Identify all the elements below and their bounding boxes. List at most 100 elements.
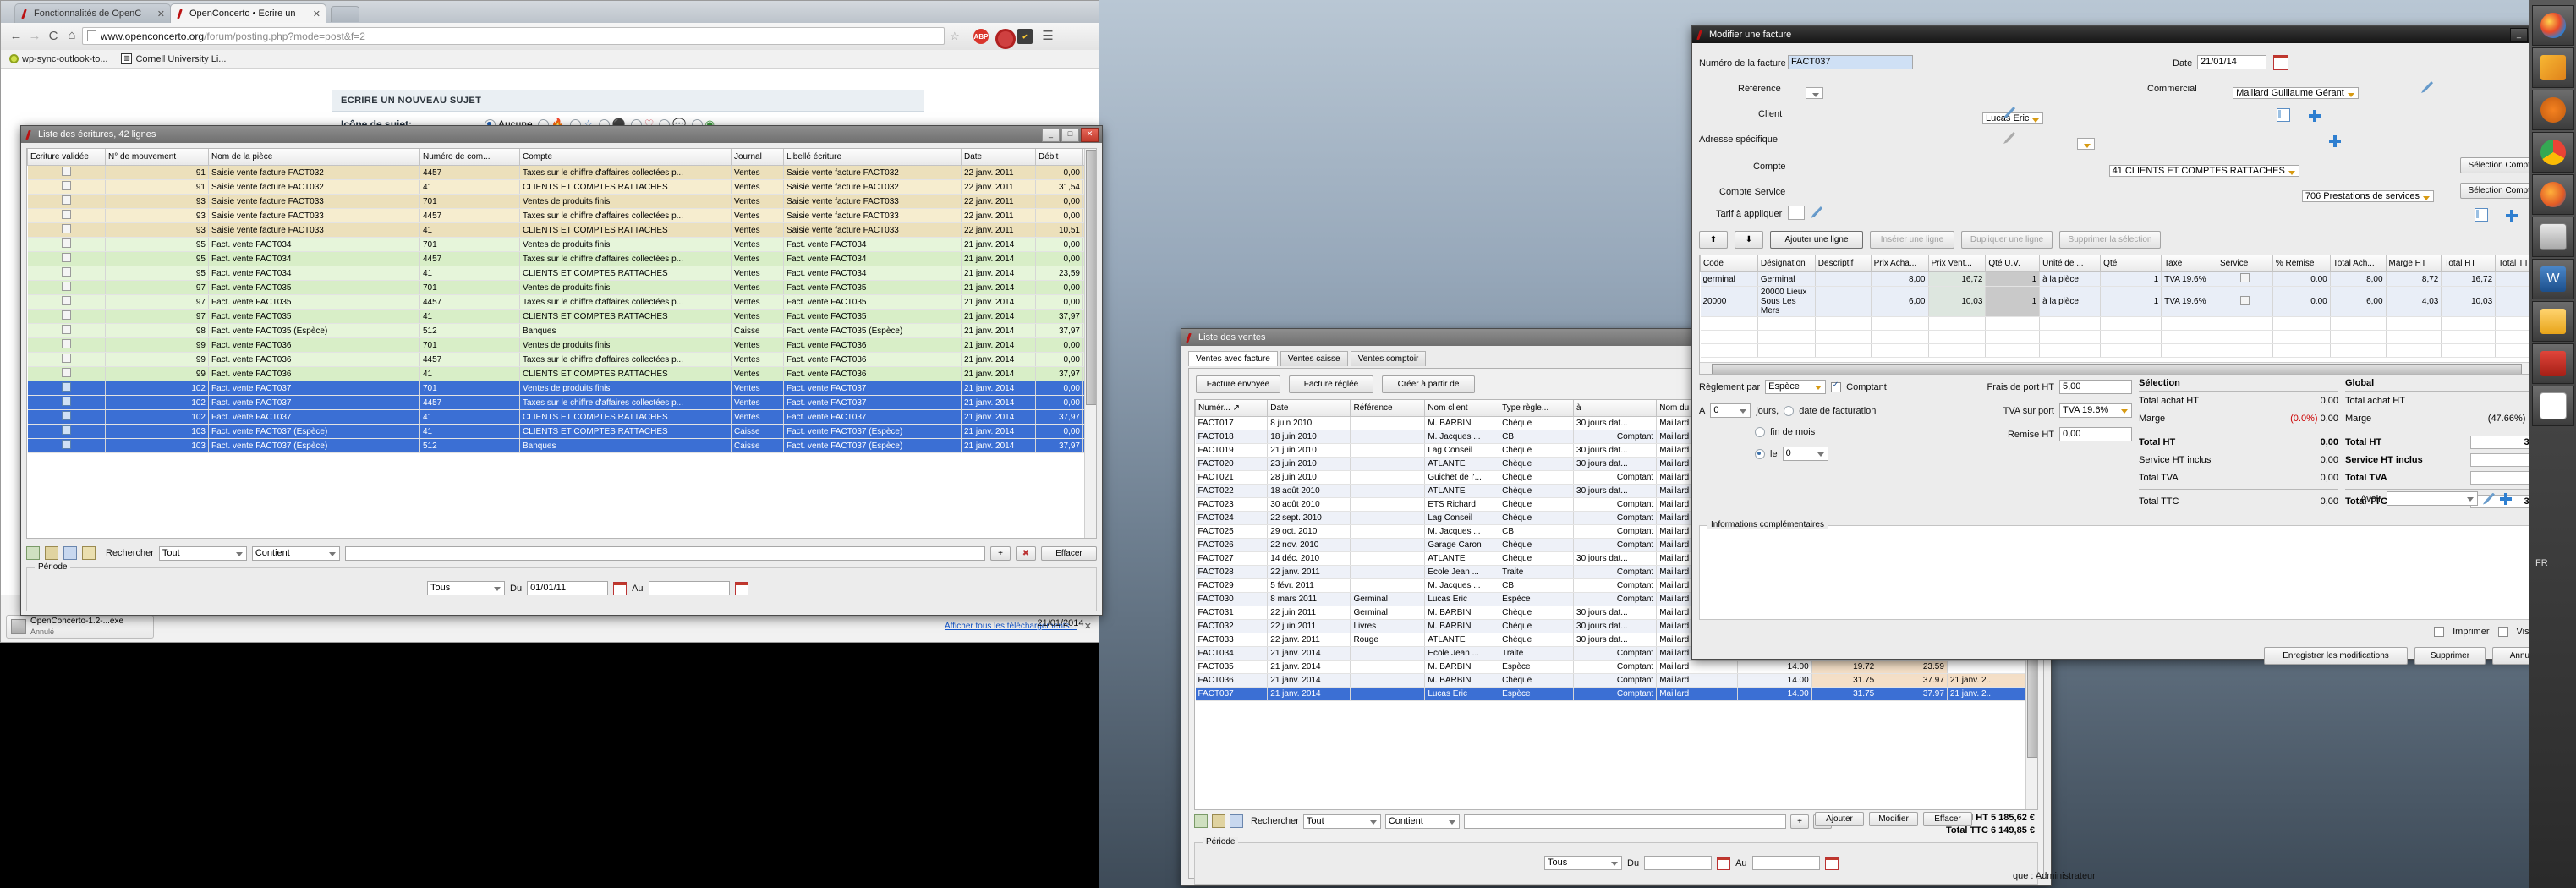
validee-checkbox-cell[interactable] [27,165,106,180]
column-header[interactable]: Unité de ... [2039,255,2102,272]
table-cell[interactable]: Saisie vente facture FACT033 [783,208,962,223]
table-cell[interactable]: FACT035 [1195,660,1269,674]
table-cell[interactable]: Caisse [731,438,784,453]
table-cell[interactable]: 41 [419,424,520,439]
table-cell[interactable]: 31.75 [1811,687,1878,701]
table-cell[interactable]: Saisie vente facture FACT033 [208,194,420,209]
table-row[interactable]: 93 Saisie vente facture FACT033 41 CLIENTS … [27,222,1085,238]
stop-search-button[interactable]: ✖ [1016,545,1036,561]
table-cell[interactable]: 21 janv. 2014 [961,395,1036,410]
table-header-row[interactable]: Code Désignation Descriptif Prix Acha... Pri… [1700,255,2548,272]
table-cell[interactable]: Chèque [1499,538,1575,552]
chrome-menu-icon[interactable]: ☰ [1039,28,1056,45]
table-cell[interactable]: Ventes [731,266,784,281]
validee-checkbox-cell[interactable] [27,194,106,209]
table-cell[interactable]: Taxes sur le chiffre d'affaires collecté… [519,165,732,180]
table-cell[interactable]: 14.00 [1737,660,1812,674]
table-cell[interactable] [1350,484,1426,498]
checkbox[interactable] [61,167,71,176]
period-controls[interactable]: Tous Du Au [1544,856,1839,870]
table-cell[interactable]: 0,00 [1035,165,1083,180]
table-cell[interactable]: 30 août 2010 [1267,497,1351,512]
table-row[interactable]: 99 Fact. vente FACT036 41 CLIENTS ET COMPTE… [27,366,1085,381]
checkbox[interactable] [61,296,71,305]
validee-checkbox-cell[interactable] [27,352,106,367]
le-select[interactable]: 0 [1782,447,1828,461]
table-cell[interactable]: 91 [105,165,209,180]
table-cell[interactable]: 30 jours dat... [1573,551,1658,566]
table-cell[interactable] [1350,511,1426,525]
table-cell[interactable]: 93 [105,194,209,209]
table-cell[interactable]: à la pièce [2039,271,2102,287]
print-icon[interactable] [1230,814,1243,828]
minimize-button[interactable]: _ [1042,127,1060,142]
address-bar[interactable]: www.openconcerto.org/forum/posting.php?m… [82,27,945,45]
facture-footer-buttons[interactable]: Enregistrer les modifications Supprimer … [2264,647,2557,665]
move-up-button[interactable]: ⬆ [1699,231,1728,249]
tab-ventes-comptoir[interactable]: Ventes comptoir [1350,351,1427,366]
period-preset-select[interactable]: Tous [1544,856,1622,870]
service-checkbox-cell[interactable] [2217,271,2273,287]
modifier-button[interactable]: Modifier [1869,812,1918,826]
table-cell[interactable]: 0,00 [1035,337,1083,353]
table-cell[interactable]: 4457 [419,294,520,310]
column-header[interactable]: Service [2217,255,2273,272]
column-header[interactable]: Ecriture validée [27,149,106,166]
avoir-select[interactable] [2386,491,2478,506]
table-cell[interactable]: 6,00 [1871,286,1929,317]
table-cell[interactable]: Fact. vente FACT034 [783,266,962,281]
table-cell[interactable]: Germinal [1350,592,1426,606]
table-cell[interactable]: Saisie vente facture FACT032 [208,179,420,195]
table-cell[interactable]: 22 janv. 2011 [961,222,1036,238]
table-cell[interactable]: Lucas Eric [1424,687,1500,701]
table-cell[interactable]: 21 janv. 2014 [961,280,1036,295]
table-cell[interactable]: CLIENTS ET COMPTES RATTACHES [519,222,732,238]
table-cell[interactable]: Fact. vente FACT036 [783,337,962,353]
table-cell[interactable]: Maillard [1656,687,1738,701]
table-cell[interactable]: Saisie vente facture FACT032 [783,165,962,180]
table-cell[interactable]: CLIENTS ET COMPTES RATTACHES [519,179,732,195]
table-cell[interactable]: 22 janv. 2011 [961,208,1036,223]
search-match-select[interactable]: Contient [1384,814,1460,829]
table-cell[interactable]: 512 [419,323,520,338]
table-cell[interactable]: 97 [105,294,209,310]
table-cell[interactable]: 37,97 [1035,323,1083,338]
validee-checkbox-cell[interactable] [27,381,106,396]
table-cell[interactable]: Taxes sur le chiffre d'affaires collecté… [519,251,732,266]
table-cell[interactable]: FACT022 [1195,484,1269,498]
table-cell[interactable]: Ventes [731,395,784,410]
table-cell[interactable]: Fact. vente FACT036 [208,352,420,367]
table-cell[interactable]: 21 janv. 2014 [961,294,1036,310]
table-cell[interactable]: Chèque [1499,633,1575,647]
table-cell[interactable]: 14.00 [1737,673,1812,688]
reference-select[interactable] [1806,87,1824,99]
checkbox[interactable] [61,368,71,377]
table-cell[interactable]: FACT036 [1195,673,1269,688]
tab-ventes-caisse[interactable]: Ventes caisse [1280,351,1348,366]
radio-date-facturation[interactable] [1784,405,1795,416]
table-cell[interactable]: FACT019 [1195,443,1269,458]
remise-ht-input[interactable]: 0,00 [2059,427,2132,441]
bookmark-star-icon[interactable]: ☆ [950,30,960,43]
table-cell[interactable]: Ventes [731,251,784,266]
table-cell[interactable]: 30 jours dat... [1573,416,1658,430]
table-cell[interactable]: 0,00 [1035,251,1083,266]
checkbox[interactable] [2239,295,2250,305]
refresh-icon[interactable] [26,546,40,560]
table-cell[interactable] [1350,430,1426,444]
table-cell[interactable]: 21 janv. 2014 [1267,646,1351,661]
outlook-icon[interactable] [2532,47,2574,88]
supprimer-selection-button[interactable]: Supprimer la sélection [2059,231,2161,249]
table-cell[interactable]: 5 févr. 2011 [1267,578,1351,593]
table-cell[interactable]: Fact. vente FACT037 [208,395,420,410]
table-cell[interactable]: 102 [105,409,209,425]
browser-tab-1[interactable]: OpenConcerto • Ecrire un ✕ [170,3,326,23]
table-cell[interactable]: 22 juin 2011 [1267,619,1351,633]
table-cell[interactable]: 93 [105,208,209,223]
table-cell[interactable]: FACT021 [1195,470,1269,485]
folder-icon[interactable] [82,546,96,560]
checkbox[interactable] [61,195,71,205]
validee-checkbox-cell[interactable] [27,337,106,353]
table-row[interactable]: 20000 20000 Lieux Sous Les Mers 6,00 10,03 1… [1700,286,2548,317]
table-cell[interactable]: Ventes [731,165,784,180]
